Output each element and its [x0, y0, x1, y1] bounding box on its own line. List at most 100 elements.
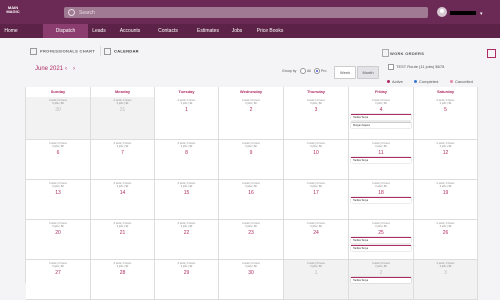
work-order-event[interactable]: Tanilka Tanya — [351, 114, 411, 120]
calendar-day-cell[interactable]: 0 work | 0 hours 0 jobs | $0 8 — [155, 140, 219, 180]
route-checkbox[interactable] — [388, 64, 394, 70]
day-number: 3 — [444, 270, 447, 276]
work-order-event[interactable]: Tanilka Tanya — [351, 245, 411, 251]
day-number: 24 — [313, 230, 319, 236]
tab-professionals-chart[interactable]: PROFESSIONALS CHART — [30, 48, 95, 55]
calendar-day-cell[interactable]: 0 work | 0 hours 0 jobs | $0 26 — [414, 220, 478, 260]
day-stats: 0 work | 0 hours 0 jobs | $0 — [349, 182, 413, 188]
group-pro-radio[interactable] — [314, 68, 320, 74]
day-stats: 0 work | 0 hours 0 jobs | $0 — [349, 262, 413, 268]
calendar-day-cell[interactable]: 0 work | 0 hours 0 jobs | $0 14 — [91, 180, 155, 220]
prev-month-button[interactable]: ‹ — [65, 66, 67, 72]
nav-item-contacts[interactable]: Contacts — [150, 24, 186, 38]
calendar-day-cell[interactable]: 0 work | 0 hours 0 jobs | $0 2 — [219, 97, 284, 140]
search-bar[interactable]: Search — [64, 7, 428, 18]
day-stats-jobs: 0 jobs | $0 — [52, 225, 64, 228]
month-view-button[interactable]: Month — [357, 66, 379, 79]
calendar-day-cell[interactable]: 0 work | 0 hours 0 jobs | $0 12 — [414, 140, 478, 180]
day-stats-jobs: 0 jobs | $0 — [52, 145, 64, 148]
calendar-day-cell[interactable]: 0 work | 0 hours 0 jobs | $0 24 — [284, 220, 349, 260]
day-stats-jobs: 0 jobs | $0 — [116, 145, 129, 148]
chevron-down-icon[interactable]: ▾ — [480, 11, 483, 17]
calendar-day-cell[interactable]: 0 work | 0 hours 0 jobs | $0 30 — [219, 260, 284, 300]
nav-item-dispatch[interactable]: Dispatch — [43, 24, 88, 38]
calendar-day-cell[interactable]: 0 work | 0 hours 0 jobs | $0 19 — [414, 180, 478, 220]
group-by-label: Group by — [282, 69, 297, 73]
calendar-day-cell[interactable]: 0 work | 0 hours 0 jobs | $0 22 — [155, 220, 219, 260]
day-stats-jobs: 0 jobs | $0 — [52, 185, 64, 188]
legend-cancelled: Cancelled — [455, 79, 473, 84]
next-month-button[interactable]: › — [73, 66, 75, 72]
day-stats-jobs: 0 jobs | $0 — [439, 185, 452, 188]
day-number: 12 — [442, 150, 449, 156]
calendar-day-cell[interactable]: 0 work | 0 hours 0 jobs | $0 13 — [26, 180, 91, 220]
day-number: 2 — [379, 270, 383, 276]
week-view-button[interactable]: Week — [334, 66, 356, 79]
work-order-event[interactable]: Tanilka Tanya — [351, 197, 411, 203]
calendar-day-cell[interactable]: 0 work | 0 hours 0 jobs | $0 3 — [284, 97, 349, 140]
day-number: 30 — [248, 270, 254, 276]
calendar-day-cell[interactable]: 0 work | 0 hours 0 jobs | $0 23 — [219, 220, 284, 260]
calendar-day-cell[interactable]: 0 work | 0 hours 0 jobs | $0 17 — [284, 180, 349, 220]
calendar-day-cell[interactable]: 0 work | 0 hours 0 jobs | $0 5 — [414, 97, 478, 140]
nav-item-leads[interactable]: Leads — [88, 24, 110, 38]
calendar-day-cell[interactable]: 0 work | 0 hours 0 jobs | $0 16 — [219, 180, 284, 220]
calendar-grid: Sunday Monday Tuesday Wednesday Thursday Frid… — [25, 87, 478, 300]
chart-icon — [30, 48, 37, 55]
calendar-day-cell[interactable]: 0 work | 0 hours 0 jobs | $0 10 — [284, 140, 349, 180]
search-input[interactable]: Search — [79, 10, 95, 16]
day-stats: 0 work | 0 hours 0 jobs | $0 — [414, 182, 477, 188]
calendar-day-cell[interactable]: 0 work | 0 hours 0 jobs | $0 7 — [91, 140, 155, 180]
avatar[interactable] — [437, 7, 447, 17]
work-order-event[interactable]: Tanilka Tanya — [351, 277, 411, 283]
nav-item-price-books[interactable]: Price Books — [250, 24, 290, 38]
legend-completed: Completed — [419, 79, 439, 84]
legend-active: Active — [392, 79, 403, 84]
calendar-day-cell[interactable]: 0 work | 0 hours 0 jobs | $0 9 — [219, 140, 284, 180]
group-all-radio[interactable] — [300, 68, 306, 74]
calendar-day-cell[interactable]: 0 work | 0 hours 0 jobs | $0 29 — [155, 260, 219, 300]
calendar-day-cell[interactable]: 0 work | 0 hours 0 jobs | $0 6 — [26, 140, 91, 180]
day-stats-jobs: 0 jobs | $0 — [375, 265, 387, 268]
route-label: TEST Route (11 jobs) $678 — [396, 64, 445, 69]
nav-item-home[interactable]: Home — [0, 24, 22, 38]
day-stats: 0 work | 0 hours 0 jobs | $0 — [91, 222, 154, 228]
day-number: 18 — [378, 190, 384, 196]
day-stats: 0 work | 0 hours 0 jobs | $0 — [91, 99, 154, 105]
calendar-day-cell[interactable]: 0 work | 0 hours 0 jobs | $0 28 — [91, 260, 155, 300]
day-stats: 0 work | 0 hours 0 jobs | $0 — [26, 222, 90, 228]
day-stats-jobs: 0 jobs | $0 — [375, 145, 387, 148]
calendar-day-cell[interactable]: 0 work | 0 hours 0 jobs | $0 1 — [284, 260, 349, 300]
work-order-event[interactable]: Morgan Naples — [351, 122, 411, 128]
work-order-event[interactable]: Tanilka Tanya — [351, 157, 411, 163]
calendar-day-cell[interactable]: 0 work | 0 hours 0 jobs | $0 27 — [26, 260, 91, 300]
day-stats: 0 work | 0 hours 0 jobs | $0 — [284, 99, 348, 105]
calendar-day-cell[interactable]: 0 work | 0 hours 0 jobs | $0 1 — [155, 97, 219, 140]
user-name-redacted[interactable] — [450, 11, 476, 15]
calendar-icon[interactable] — [487, 49, 496, 58]
calendar-day-cell[interactable]: 0 work | 0 hours 0 jobs | $0 31 — [91, 97, 155, 140]
calendar-day-cell[interactable]: 0 work | 0 hours 0 jobs | $0 30 — [26, 97, 91, 140]
legend-active-dot — [387, 80, 390, 83]
work-orders-title: WORK ORDERS — [390, 51, 425, 56]
calendar-day-cell[interactable]: 0 work | 0 hours 0 jobs | $0 3 — [414, 260, 478, 300]
month-title: June 2021 — [35, 66, 64, 72]
day-number: 22 — [183, 230, 190, 236]
nav-item-accounts[interactable]: Accounts — [112, 24, 148, 38]
tab-calendar[interactable]: CALENDAR — [104, 48, 139, 55]
day-number: 14 — [119, 190, 126, 196]
app-logo[interactable]: MAIN MAGIC — [4, 6, 22, 14]
day-stats-jobs: 0 jobs | $0 — [52, 102, 64, 105]
day-stats: 0 work | 0 hours 0 jobs | $0 — [91, 262, 154, 268]
day-number: 10 — [313, 150, 319, 156]
calendar-day-cell[interactable]: 0 work | 0 hours 0 jobs | $0 21 — [91, 220, 155, 260]
day-stats-jobs: 0 jobs | $0 — [439, 225, 452, 228]
nav-item-jobs[interactable]: Jobs — [230, 24, 244, 38]
day-stats-jobs: 0 jobs | $0 — [310, 185, 322, 188]
calendar-day-cell[interactable]: 0 work | 0 hours 0 jobs | $0 15 — [155, 180, 219, 220]
nav-item-estimates[interactable]: Estimates — [188, 24, 228, 38]
calendar-day-cell[interactable]: 0 work | 0 hours 0 jobs | $0 20 — [26, 220, 91, 260]
work-order-event[interactable]: Tanilka Tanya — [351, 237, 411, 243]
day-number: 4 — [379, 107, 383, 113]
day-stats: 0 work | 0 hours 0 jobs | $0 — [349, 99, 413, 105]
